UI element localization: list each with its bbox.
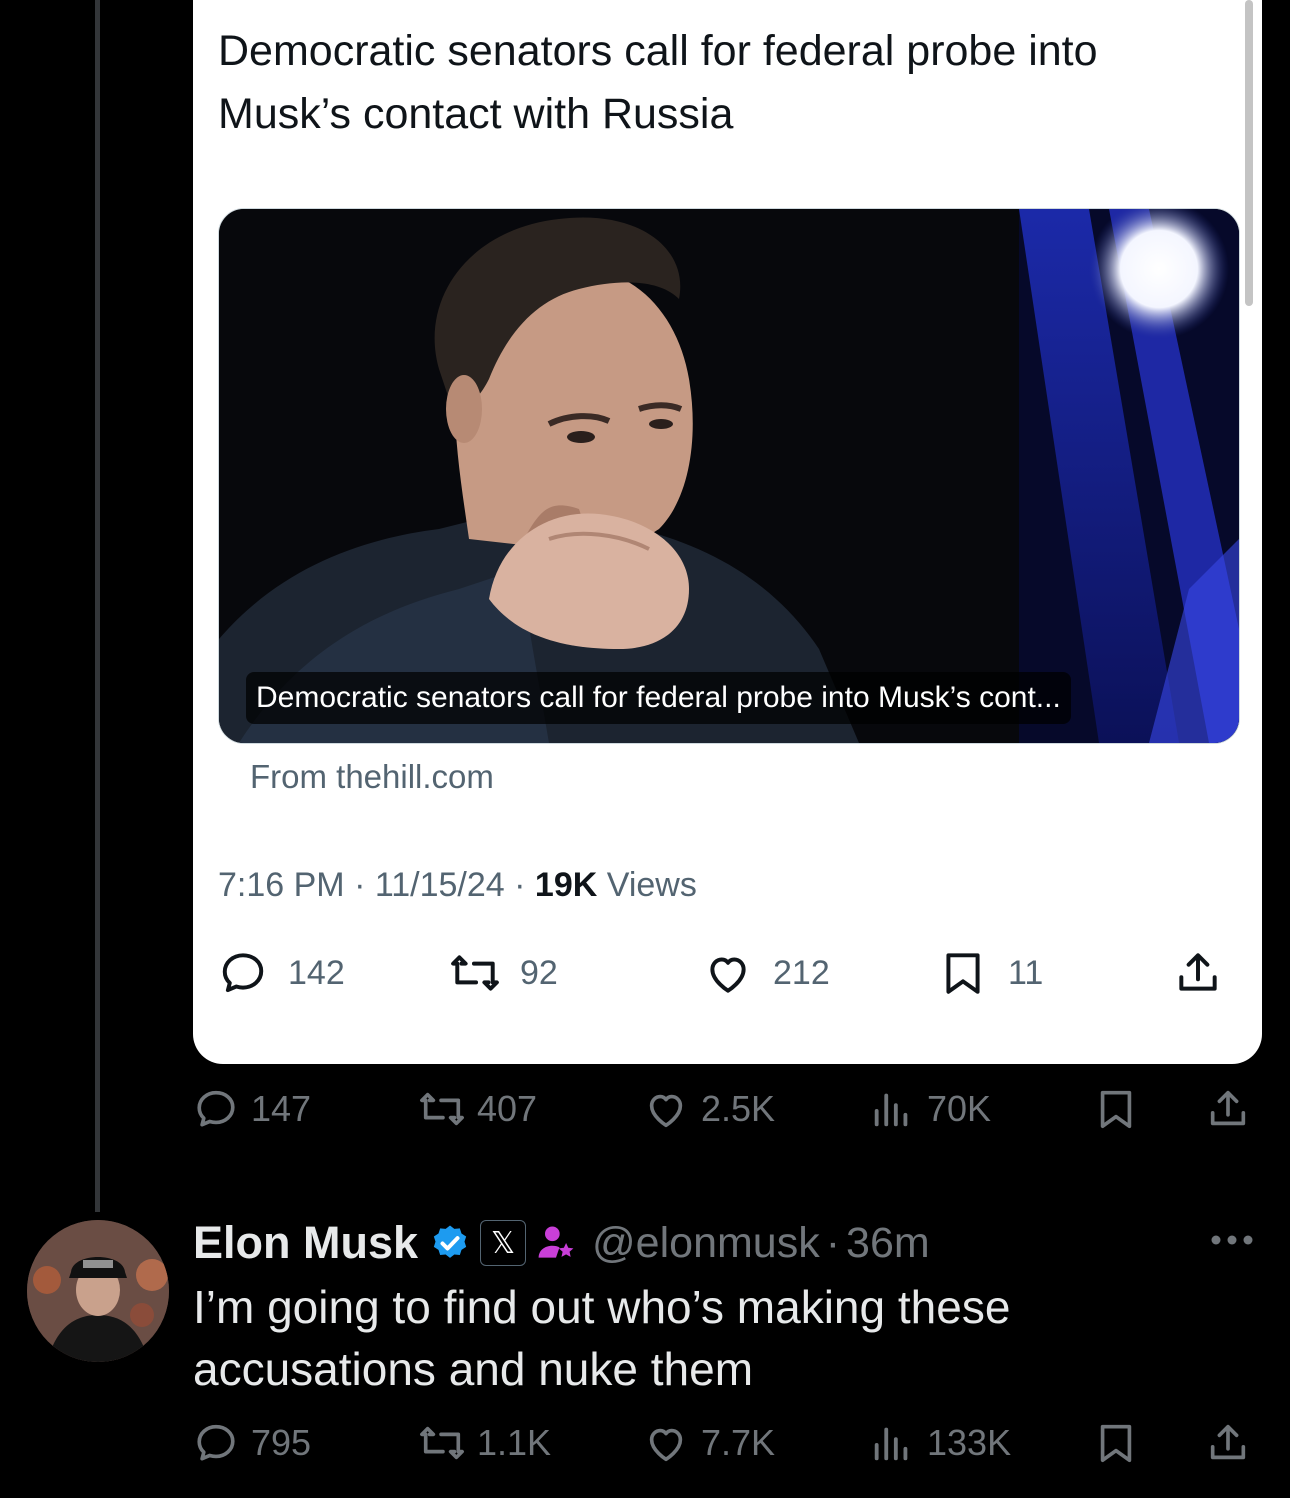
reply-icon bbox=[222, 953, 264, 993]
views-button[interactable]: 70K bbox=[869, 1086, 991, 1132]
views-count: 19K bbox=[534, 866, 598, 904]
avatar-image bbox=[27, 1220, 169, 1362]
like-button[interactable]: 212 bbox=[703, 948, 830, 998]
share-button[interactable] bbox=[1173, 948, 1223, 998]
like-count: 2.5K bbox=[701, 1088, 776, 1129]
subscriber-icon[interactable] bbox=[534, 1221, 578, 1265]
repost-count: 1.1K bbox=[477, 1422, 552, 1463]
views-count: 70K bbox=[927, 1088, 992, 1129]
post-time: 7:16 PM bbox=[218, 866, 345, 904]
like-button[interactable]: 2.5K bbox=[643, 1086, 775, 1132]
scrollbar[interactable] bbox=[1245, 0, 1253, 306]
more-icon[interactable] bbox=[1200, 1218, 1260, 1258]
quoted-post-actions: 142 92 212 11 bbox=[218, 948, 1238, 1008]
reply-count: 142 bbox=[288, 953, 345, 992]
reply-post-actions: 795 1.1K 7.7K 133K bbox=[193, 1420, 1263, 1480]
link-preview-media[interactable]: Democratic senators call for federal pro… bbox=[218, 208, 1240, 744]
reply-button[interactable]: 147 bbox=[193, 1086, 311, 1132]
x-affiliate-badge[interactable]: 𝕏 bbox=[480, 1220, 527, 1266]
bookmark-button[interactable] bbox=[1093, 1086, 1151, 1132]
author-handle[interactable]: @elonmusk bbox=[592, 1219, 820, 1268]
meta-separator: · bbox=[354, 866, 366, 904]
bookmark-button[interactable]: 11 bbox=[938, 948, 1043, 998]
link-source[interactable]: From thehill.com bbox=[250, 758, 494, 796]
bookmark-button[interactable] bbox=[1093, 1420, 1151, 1466]
reply-post-header: Elon Musk 𝕏 @elonmusk · 36m bbox=[193, 1210, 930, 1276]
article-photo bbox=[219, 209, 1239, 743]
repost-icon bbox=[420, 1426, 464, 1460]
like-count: 7.7K bbox=[701, 1422, 776, 1463]
share-icon bbox=[1179, 953, 1217, 991]
media-caption: Democratic senators call for federal pro… bbox=[246, 672, 1071, 724]
reply-icon bbox=[197, 1424, 235, 1461]
reply-count: 795 bbox=[251, 1422, 312, 1463]
like-icon bbox=[710, 957, 746, 993]
author-name[interactable]: Elon Musk bbox=[193, 1217, 418, 1269]
like-count: 212 bbox=[773, 953, 830, 992]
repost-button[interactable]: 407 bbox=[419, 1086, 537, 1132]
post-text: I’m going to find out who’s making these… bbox=[193, 1281, 1011, 1395]
bookmark-icon bbox=[1100, 1424, 1132, 1463]
bookmark-icon bbox=[1100, 1090, 1132, 1129]
share-icon bbox=[1210, 1424, 1246, 1460]
views-label: Views bbox=[606, 866, 697, 904]
reply-button[interactable]: 142 bbox=[218, 948, 345, 998]
repost-button[interactable]: 92 bbox=[450, 948, 558, 998]
views-icon bbox=[874, 1093, 908, 1127]
views-count: 133K bbox=[927, 1422, 1012, 1463]
reply-icon bbox=[197, 1090, 235, 1127]
post-time[interactable]: 36m bbox=[846, 1219, 930, 1268]
quoted-post-card[interactable]: Democratic senators call for federal pro… bbox=[193, 0, 1262, 1064]
avatar[interactable] bbox=[27, 1220, 169, 1362]
repost-button[interactable]: 1.1K bbox=[419, 1420, 551, 1466]
bookmark-count: 11 bbox=[1008, 953, 1044, 992]
repost-icon bbox=[420, 1092, 464, 1126]
like-icon bbox=[649, 1094, 683, 1128]
views-icon bbox=[874, 1427, 908, 1461]
repost-count: 407 bbox=[477, 1088, 538, 1129]
like-button[interactable]: 7.7K bbox=[643, 1420, 775, 1466]
meta-separator: · bbox=[514, 866, 526, 904]
meta-separator: · bbox=[825, 1218, 841, 1267]
reply-button[interactable]: 795 bbox=[193, 1420, 311, 1466]
share-button[interactable] bbox=[1205, 1420, 1263, 1466]
verified-badge-icon[interactable] bbox=[430, 1223, 470, 1263]
repost-count: 92 bbox=[520, 953, 558, 992]
share-button[interactable] bbox=[1205, 1086, 1263, 1132]
bookmark-icon bbox=[946, 953, 980, 994]
like-icon bbox=[649, 1428, 683, 1462]
post-date: 11/15/24 bbox=[374, 866, 505, 904]
post-metadata: 7:16 PM · 11/15/24 · 19K Views bbox=[218, 866, 697, 905]
reply-count: 147 bbox=[251, 1088, 312, 1129]
views-button[interactable]: 133K bbox=[869, 1420, 1011, 1466]
quoted-post-headline: Democratic senators call for federal pro… bbox=[218, 27, 1098, 138]
share-icon bbox=[1210, 1090, 1246, 1126]
thread-connector-line bbox=[95, 0, 100, 1212]
repost-icon bbox=[451, 955, 499, 991]
parent-post-actions: 147 407 2.5K 70K bbox=[193, 1086, 1263, 1146]
